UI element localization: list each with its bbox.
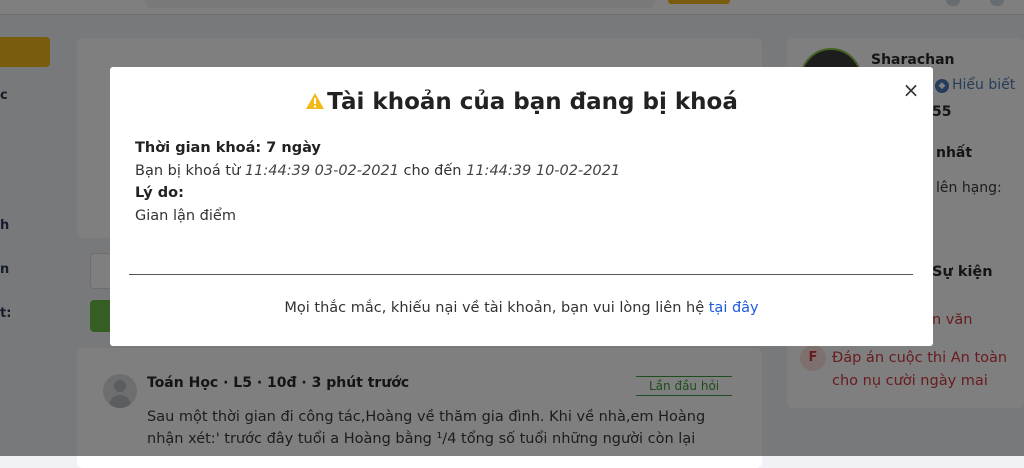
lock-duration: Thời gian khoá: 7 ngày <box>135 140 321 156</box>
modal-title-text: Tài khoản của bạn đang bị khoá <box>327 89 738 115</box>
lock-duration-text: Thời gian khoá: 7 ngày <box>135 140 321 156</box>
divider <box>129 274 913 275</box>
lock-from-time: 11:44:39 03-02-2021 <box>244 163 399 179</box>
lock-from-prefix: Bạn bị khoá từ <box>135 163 241 179</box>
contact-footer: Mọi thắc mắc, khiếu nại về tài khoản, bạ… <box>110 300 933 316</box>
close-icon[interactable]: × <box>900 79 922 101</box>
contact-link[interactable]: tại đây <box>709 300 759 316</box>
lock-period: Bạn bị khoá từ 11:44:39 03-02-2021 cho đ… <box>135 163 620 179</box>
lock-until-prefix: cho đến <box>403 163 462 179</box>
account-locked-modal: Tài khoản của bạn đang bị khoá × Thời gi… <box>110 67 933 346</box>
reason-label-text: Lý do: <box>135 185 184 201</box>
lock-until-time: 11:44:39 10-02-2021 <box>466 163 621 179</box>
warning-icon <box>306 93 325 109</box>
contact-text: Mọi thắc mắc, khiếu nại về tài khoản, bạ… <box>284 300 705 316</box>
reason-label: Lý do: <box>135 185 184 201</box>
modal-title: Tài khoản của bạn đang bị khoá <box>110 89 933 115</box>
reason-text: Gian lận điểm <box>135 208 236 224</box>
